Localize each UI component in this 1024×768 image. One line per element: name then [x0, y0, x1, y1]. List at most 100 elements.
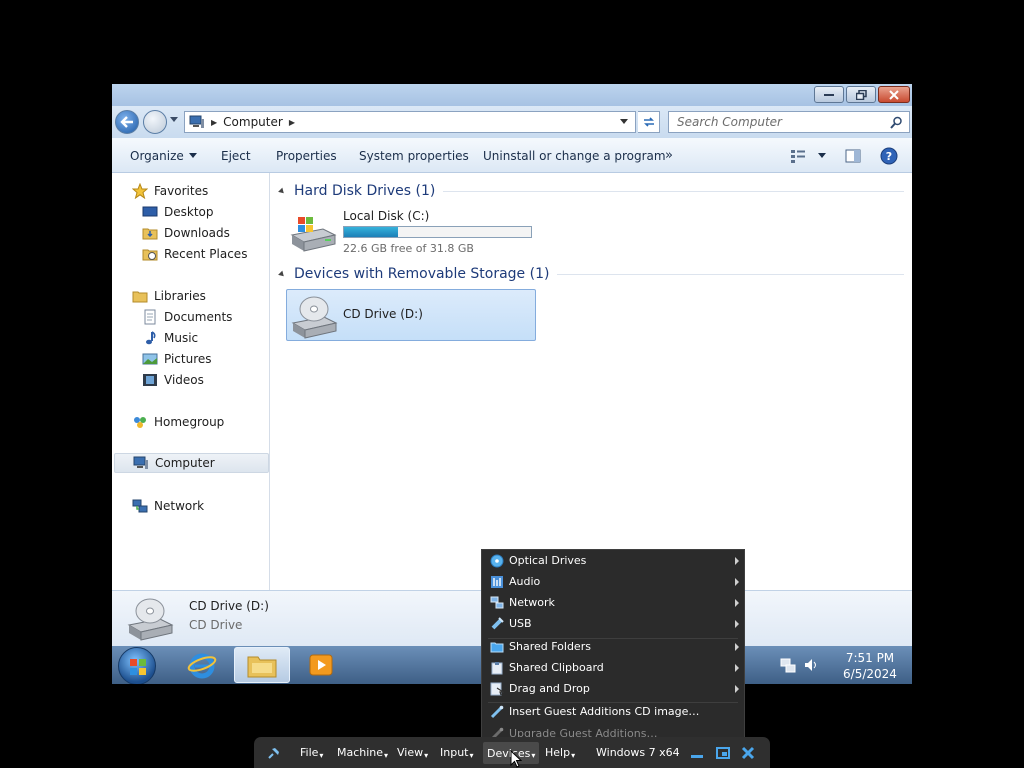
properties-button[interactable]: Properties [276, 138, 337, 173]
menu-network[interactable]: Network [482, 592, 744, 613]
nav-videos[interactable]: Videos [112, 370, 270, 390]
restore-icon [855, 89, 867, 100]
menu-file-label: File [300, 746, 319, 759]
nav-favorites[interactable]: Favorites [112, 181, 270, 201]
menu-shared-folders[interactable]: Shared Folders [482, 636, 744, 657]
breadcrumb-computer[interactable]: Computer [223, 115, 283, 129]
search-placeholder: Search Computer [677, 115, 782, 129]
menu-optical-label: Optical Drives [509, 554, 587, 567]
nav-libraries[interactable]: Libraries [112, 286, 270, 306]
network-status-icon[interactable] [780, 657, 796, 673]
close-button[interactable] [878, 86, 910, 103]
nav-documents-label: Documents [164, 310, 233, 324]
nav-recent-places-label: Recent Places [164, 247, 248, 261]
nav-recent-places[interactable]: Recent Places [112, 244, 270, 264]
uninstall-program-button[interactable]: Uninstall or change a program [483, 138, 666, 173]
taskbar-internet-explorer[interactable] [174, 647, 230, 683]
back-button[interactable] [115, 110, 139, 134]
documents-icon [144, 309, 156, 325]
windows-logo-icon [130, 659, 146, 675]
navigation-pane: Favorites Desktop Downloads Recent Place… [112, 173, 270, 590]
menu-view-label: View [397, 746, 424, 759]
view-options-icon [791, 149, 805, 163]
capacity-bar-fill [344, 227, 398, 237]
clipboard-icon [491, 661, 503, 674]
submenu-indicator-icon: ▾ [424, 750, 429, 760]
menu-drag-and-drop[interactable]: Drag and Drop [482, 678, 744, 699]
menu-help[interactable]: Help ▾ [545, 737, 575, 768]
collapse-triangle-icon [278, 270, 286, 278]
menu-file[interactable]: File ▾ [300, 737, 323, 768]
cd-drive-icon [291, 296, 338, 339]
help-icon: ? [880, 147, 898, 164]
menu-audio[interactable]: Audio [482, 571, 744, 592]
taskbar-media-player[interactable] [294, 647, 350, 683]
clock-date[interactable]: 6/5/2024 [840, 667, 900, 681]
drive-d-item[interactable]: CD Drive (D:) [286, 289, 536, 341]
nav-downloads[interactable]: Downloads [112, 223, 270, 243]
minimize-button[interactable] [814, 86, 844, 103]
nav-libraries-label: Libraries [154, 289, 206, 303]
menu-insert-guest-additions[interactable]: Insert Guest Additions CD image… [482, 701, 744, 722]
nav-desktop[interactable]: Desktop [112, 202, 270, 222]
menu-shared-clipboard[interactable]: Shared Clipboard [482, 657, 744, 678]
music-note-icon [146, 331, 156, 345]
help-button[interactable]: ? [880, 138, 898, 173]
address-history-dropdown[interactable] [620, 119, 628, 124]
uninstall-label: Uninstall or change a program [483, 148, 666, 163]
drive-c-item[interactable]: Local Disk (C:) 22.6 GB free of 31.8 GB [287, 207, 537, 257]
address-bar[interactable]: ▶ Computer ▶ [184, 111, 636, 133]
group-removable-storage[interactable]: Devices with Removable Storage (1) [278, 264, 904, 284]
organize-button[interactable]: Organize [130, 138, 197, 173]
nav-homegroup-label: Homegroup [154, 415, 225, 429]
submenu-arrow-icon [735, 599, 739, 607]
nav-documents[interactable]: Documents [112, 307, 270, 327]
pin-toolbar-button[interactable] [266, 737, 282, 768]
system-properties-button[interactable]: System properties [359, 138, 469, 173]
vbox-exit-fullscreen-button[interactable] [716, 737, 730, 768]
nav-network[interactable]: Network [112, 496, 270, 516]
refresh-button[interactable] [638, 111, 660, 133]
menu-optical-drives[interactable]: Optical Drives [482, 550, 744, 571]
computer-icon [189, 115, 204, 128]
taskbar-windows-explorer[interactable] [234, 647, 290, 683]
forward-button[interactable] [143, 110, 167, 134]
cd-drive-icon [127, 598, 174, 641]
menu-input[interactable]: Input ▾ [440, 737, 474, 768]
nav-pictures[interactable]: Pictures [112, 349, 270, 369]
preview-pane-button[interactable] [845, 138, 861, 173]
title-bar [112, 84, 912, 106]
search-input[interactable]: Search Computer [668, 111, 910, 133]
volume-icon[interactable] [803, 657, 819, 673]
submenu-arrow-icon [735, 664, 739, 672]
chevron-down-icon [188, 153, 197, 158]
submenu-arrow-icon [735, 620, 739, 628]
submenu-indicator-icon: ▾ [531, 751, 536, 760]
windows-drive-icon [290, 217, 337, 252]
menu-shared-clipboard-label: Shared Clipboard [509, 661, 604, 674]
desktop-icon [142, 206, 158, 217]
nav-homegroup[interactable]: Homegroup [112, 412, 270, 432]
nav-music[interactable]: Music [112, 328, 270, 348]
recent-pages-dropdown[interactable] [170, 117, 178, 122]
change-view-button[interactable] [790, 138, 826, 173]
vbox-minimize-button[interactable] [690, 737, 704, 768]
start-button[interactable] [118, 647, 156, 684]
menu-view[interactable]: View ▾ [397, 737, 428, 768]
breadcrumb-expand-icon[interactable]: ▶ [289, 118, 295, 127]
menu-usb[interactable]: USB [482, 613, 744, 634]
drive-c-free-space: 22.6 GB free of 31.8 GB [343, 242, 474, 255]
menu-machine[interactable]: Machine ▾ [337, 737, 388, 768]
vbox-close-button[interactable] [741, 737, 755, 768]
restore-button[interactable] [846, 86, 876, 103]
more-commands-button[interactable]: » [665, 138, 673, 173]
optical-disc-icon [490, 554, 504, 567]
libraries-icon [132, 291, 148, 303]
collapse-triangle-icon [278, 187, 286, 195]
breadcrumb-separator-icon[interactable]: ▶ [211, 118, 217, 127]
menu-input-label: Input [440, 746, 469, 759]
group-hard-disk-drives[interactable]: Hard Disk Drives (1) [278, 181, 904, 201]
clock-time[interactable]: 7:51 PM [840, 651, 900, 665]
nav-computer[interactable]: Computer [114, 453, 269, 473]
eject-button[interactable]: Eject [221, 138, 251, 173]
